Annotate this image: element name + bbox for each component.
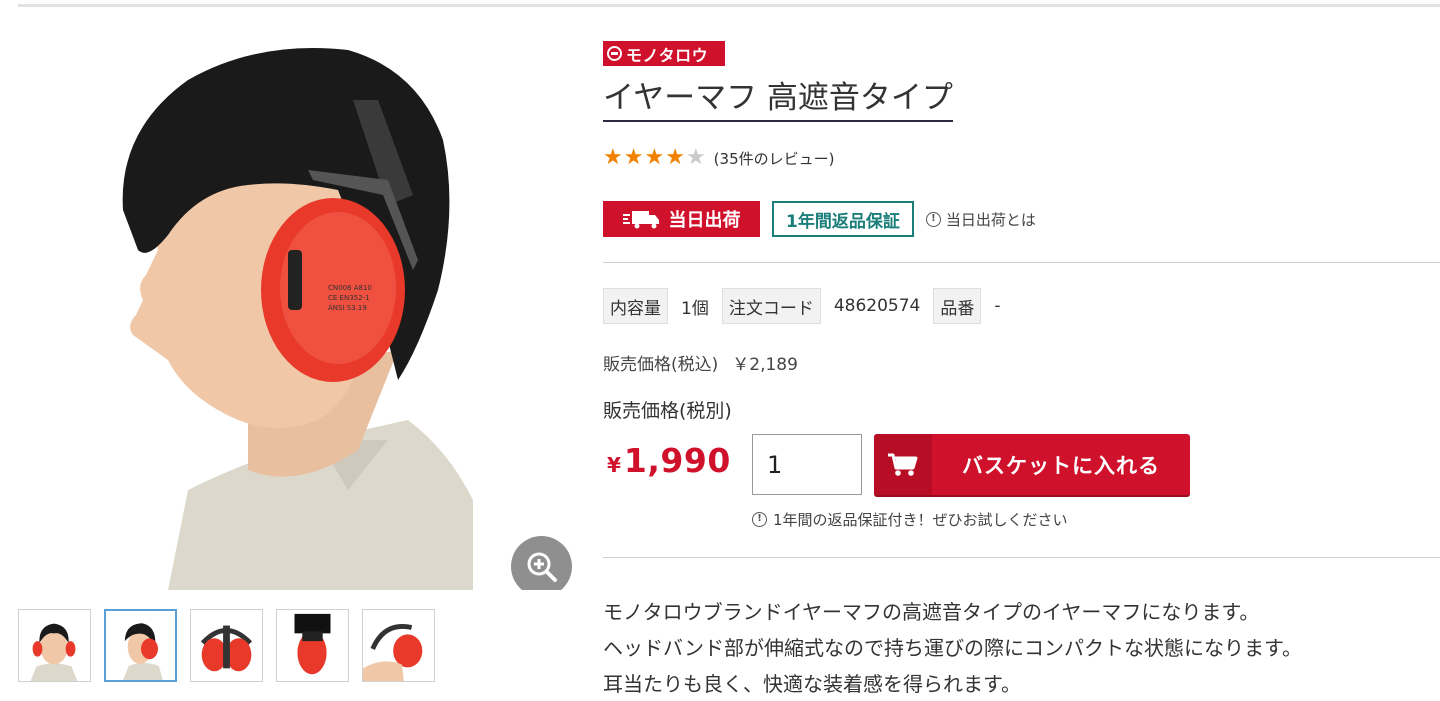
divider — [603, 557, 1440, 558]
description-line: ヘッドバンド部が伸縮式なので持ち運びの際にコンパクトな状態になります。 — [603, 636, 1302, 660]
price-amount: 1,990 — [623, 441, 731, 480]
star-icon: ★ — [685, 145, 706, 170]
brand-name: モノタロウ — [626, 45, 709, 65]
star-icon: ★ — [665, 145, 685, 170]
price-excl-label: 販売価格(税別) — [603, 400, 732, 422]
zoom-button[interactable] — [511, 536, 572, 590]
info-icon: ! — [752, 512, 767, 527]
spec-value-order-code: 48620574 — [833, 296, 921, 316]
same-day-help-link[interactable]: ! 当日出荷とは — [925, 209, 1036, 230]
price-excl-value: ¥ 1,990 — [607, 441, 731, 480]
spec-label-quantity: 内容量 — [603, 288, 668, 324]
thumbnail-hand[interactable] — [362, 609, 435, 682]
price-tax-included: 販売価格(税込) ￥2,189 — [603, 350, 798, 375]
thumbnail-image — [191, 610, 262, 681]
badge-row: 当日出荷 1年間返品保証 ! 当日出荷とは — [603, 201, 1036, 237]
spec-label-part-number: 品番 — [933, 288, 982, 324]
info-icon: ! — [925, 211, 941, 227]
star-icon: ★ — [644, 145, 665, 170]
quantity-input[interactable] — [752, 434, 862, 495]
currency-symbol: ¥ — [607, 453, 621, 477]
svg-text:CE EN352-1: CE EN352-1 — [328, 294, 370, 302]
thumbnail-back[interactable] — [276, 609, 349, 682]
guarantee-note-text: 1年間の返品保証付き！ぜひお試しください — [773, 511, 1068, 529]
same-day-help-label: 当日出荷とは — [945, 210, 1036, 229]
brand-logo[interactable]: モノタロウ — [603, 41, 725, 66]
spec-row: 内容量 1個 注文コード 48620574 品番 - — [603, 288, 1014, 324]
brand-mark-icon — [607, 46, 622, 61]
price-incl-value: ￥2,189 — [732, 355, 798, 375]
top-divider — [18, 4, 1440, 7]
thumbnail-image — [277, 610, 348, 681]
rating[interactable]: ★ ★ ★ ★ ★ (35件のレビュー) — [603, 147, 834, 169]
description-line: 耳当たりも良く、快適な装着感を得られます。 — [603, 672, 1021, 696]
review-count-link[interactable]: (35件のレビュー) — [714, 148, 835, 169]
spec-value-quantity: 1個 — [681, 298, 709, 319]
spec-label-order-code: 注文コード — [721, 288, 821, 324]
truck-icon — [622, 211, 659, 229]
thumbnail-folded[interactable] — [190, 609, 263, 682]
thumbnail-side[interactable] — [104, 609, 177, 682]
same-day-label: 当日出荷 — [668, 210, 741, 231]
star-icon: ★ — [623, 145, 644, 170]
add-to-cart-button[interactable]: バスケットに入れる — [874, 434, 1190, 495]
star-icon: ★ — [603, 145, 623, 170]
divider — [603, 262, 1440, 263]
product-main-image[interactable]: CN008 A810 CE EN352-1 ANSI S3.19 — [18, 20, 576, 590]
description-line: モノタロウブランドイヤーマフの高遮音タイプのイヤーマフになります。 — [603, 600, 1260, 624]
guarantee-note: ! 1年間の返品保証付き！ぜひお試しください — [752, 509, 1068, 530]
product-title[interactable]: イヤーマフ 高遮音タイプ — [603, 78, 953, 122]
spec-value-part-number: - — [994, 296, 1001, 316]
thumbnail-image — [363, 610, 434, 681]
product-description: モノタロウブランドイヤーマフの高遮音タイプのイヤーマフになります。 ヘッドバンド… — [603, 594, 1302, 701]
person-wearing-earmuffs-image: CN008 A810 CE EN352-1 ANSI S3.19 — [18, 20, 576, 590]
thumbnail-list — [18, 609, 435, 682]
thumbnail-front[interactable] — [18, 609, 91, 682]
cart-icon — [888, 453, 918, 476]
return-guarantee-badge: 1年間返品保証 — [772, 201, 914, 237]
thumbnail-image — [106, 611, 175, 680]
svg-text:ANSI S3.19: ANSI S3.19 — [328, 304, 367, 312]
zoom-in-icon — [527, 552, 557, 582]
cart-icon-area — [874, 434, 932, 495]
thumbnail-image — [19, 610, 90, 681]
star-rating: ★ ★ ★ ★ ★ — [603, 147, 706, 169]
svg-text:CN008 A810: CN008 A810 — [328, 284, 372, 292]
same-day-shipping-badge: 当日出荷 — [603, 201, 760, 237]
add-to-cart-label: バスケットに入れる — [962, 453, 1160, 478]
price-incl-label: 販売価格(税込) — [603, 355, 719, 375]
